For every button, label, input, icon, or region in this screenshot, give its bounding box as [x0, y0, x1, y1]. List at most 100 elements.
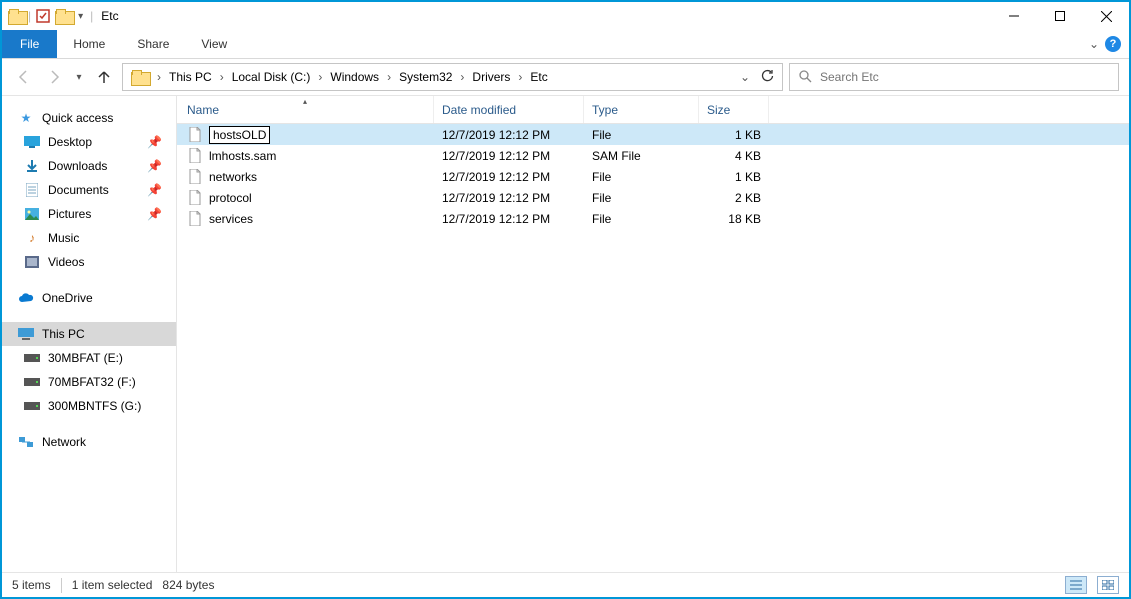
sidebar-item-documents[interactable]: Documents 📌: [2, 178, 176, 202]
qat-dropdown-icon[interactable]: ▾: [75, 11, 86, 22]
drive-icon: [24, 398, 40, 414]
search-input[interactable]: [818, 69, 1110, 85]
properties-icon[interactable]: [35, 8, 51, 24]
table-row[interactable]: services 12/7/2019 12:12 PMFile18 KB: [177, 208, 1129, 229]
sidebar-item-drive[interactable]: 70MBFAT32 (F:): [2, 370, 176, 394]
sidebar-item-downloads[interactable]: Downloads 📌: [2, 154, 176, 178]
search-box[interactable]: [789, 63, 1119, 91]
chevron-right-icon[interactable]: ›: [316, 70, 324, 84]
sidebar-item-music[interactable]: ♪ Music: [2, 226, 176, 250]
sidebar-item-label: Music: [48, 231, 79, 245]
chevron-right-icon[interactable]: ›: [385, 70, 393, 84]
chevron-right-icon[interactable]: ›: [155, 70, 163, 84]
sort-indicator-icon: ▴: [303, 97, 307, 106]
sidebar-item-label: Documents: [48, 183, 109, 197]
column-header-size[interactable]: Size: [699, 96, 769, 123]
file-size: 1 KB: [699, 128, 769, 142]
sidebar-item-label: This PC: [42, 327, 85, 341]
tab-file[interactable]: File: [2, 30, 57, 58]
ribbon: File Home Share View ⌄ ?: [2, 30, 1129, 59]
sidebar-item-videos[interactable]: Videos: [2, 250, 176, 274]
pin-icon: 📌: [147, 159, 162, 173]
sidebar-item-label: Pictures: [48, 207, 91, 221]
breadcrumb[interactable]: Drivers: [466, 64, 516, 90]
sidebar-item-label: 70MBFAT32 (F:): [48, 375, 136, 389]
sidebar-item-network[interactable]: Network: [2, 430, 176, 454]
forward-button[interactable]: [42, 65, 66, 89]
column-header-date[interactable]: Date modified: [434, 96, 584, 123]
sidebar-item-label: 30MBFAT (E:): [48, 351, 123, 365]
status-bar: 5 items 1 item selected 824 bytes: [2, 572, 1129, 597]
file-icon: [187, 169, 203, 185]
navigation-bar: ▾ › This PC › Local Disk (C:) › Windows …: [2, 59, 1129, 95]
file-rows: hostsOLD12/7/2019 12:12 PMFile1 KBlmhost…: [177, 124, 1129, 572]
breadcrumb[interactable]: Etc: [524, 64, 553, 90]
sidebar-item-label: OneDrive: [42, 291, 93, 305]
file-date: 12/7/2019 12:12 PM: [434, 170, 584, 184]
help-icon[interactable]: ?: [1105, 36, 1121, 52]
chevron-right-icon[interactable]: ›: [218, 70, 226, 84]
sidebar-item-label: Downloads: [48, 159, 107, 173]
refresh-icon[interactable]: [760, 69, 774, 86]
sidebar-item-onedrive[interactable]: OneDrive: [2, 286, 176, 310]
close-button[interactable]: [1083, 2, 1129, 30]
minimize-button[interactable]: [991, 2, 1037, 30]
sidebar-item-pictures[interactable]: Pictures 📌: [2, 202, 176, 226]
address-dropdown-icon[interactable]: ⌄: [740, 70, 750, 84]
tab-home[interactable]: Home: [57, 30, 121, 58]
back-button[interactable]: [12, 65, 36, 89]
table-row[interactable]: protocol12/7/2019 12:12 PMFile2 KB: [177, 187, 1129, 208]
sidebar-item-desktop[interactable]: Desktop 📌: [2, 130, 176, 154]
breadcrumb[interactable]: System32: [393, 64, 458, 90]
file-type: File: [584, 191, 699, 205]
tab-share[interactable]: Share: [121, 30, 185, 58]
pin-icon: 📌: [147, 183, 162, 197]
drive-icon: [24, 350, 40, 366]
breadcrumb[interactable]: Local Disk (C:): [226, 64, 317, 90]
tab-view[interactable]: View: [185, 30, 243, 58]
file-icon: [187, 211, 203, 227]
column-header-type[interactable]: Type: [584, 96, 699, 123]
file-date: 12/7/2019 12:12 PM: [434, 149, 584, 163]
column-label: Name: [187, 103, 219, 117]
table-row[interactable]: hostsOLD12/7/2019 12:12 PMFile1 KB: [177, 124, 1129, 145]
file-name: services: [209, 212, 253, 226]
up-button[interactable]: [92, 65, 116, 89]
file-date: 12/7/2019 12:12 PM: [434, 212, 584, 226]
file-icon: [187, 190, 203, 206]
file-type: SAM File: [584, 149, 699, 163]
sidebar-item-drive[interactable]: 300MBNTFS (G:): [2, 394, 176, 418]
file-name: protocol: [209, 191, 252, 205]
chevron-right-icon[interactable]: ›: [516, 70, 524, 84]
file-icon: [187, 127, 203, 143]
file-size: 18 KB: [699, 212, 769, 226]
quick-access-toolbar: | ▾ |: [2, 8, 93, 24]
file-type: File: [584, 212, 699, 226]
chevron-right-icon[interactable]: ›: [458, 70, 466, 84]
folder-icon[interactable]: [55, 8, 71, 24]
breadcrumb[interactable]: This PC: [163, 64, 218, 90]
table-row[interactable]: networks12/7/2019 12:12 PMFile1 KB: [177, 166, 1129, 187]
breadcrumb[interactable]: Windows: [324, 64, 385, 90]
pictures-icon: [24, 206, 40, 222]
thumbnails-view-button[interactable]: [1097, 576, 1119, 594]
sidebar-item-this-pc[interactable]: This PC: [2, 322, 176, 346]
details-view-button[interactable]: [1065, 576, 1087, 594]
maximize-button[interactable]: [1037, 2, 1083, 30]
sidebar-item-quick-access[interactable]: ★ Quick access: [2, 106, 176, 130]
ribbon-expand-icon[interactable]: ⌄: [1089, 37, 1099, 51]
rename-input[interactable]: hostsOLD: [209, 126, 270, 144]
sidebar-item-drive[interactable]: 30MBFAT (E:): [2, 346, 176, 370]
status-item-count: 5 items: [12, 578, 51, 592]
window-title: Etc: [93, 9, 118, 23]
recent-locations-button[interactable]: ▾: [72, 65, 86, 89]
downloads-icon: [24, 158, 40, 174]
column-header-name[interactable]: Name ▴: [177, 96, 434, 123]
network-icon: [18, 434, 34, 450]
sidebar-item-label: Videos: [48, 255, 84, 269]
search-icon: [798, 69, 812, 86]
file-list-pane: Name ▴ Date modified Type Size hostsOLD1…: [177, 96, 1129, 572]
address-bar[interactable]: › This PC › Local Disk (C:) › Windows › …: [122, 63, 783, 91]
table-row[interactable]: lmhosts.sam12/7/2019 12:12 PMSAM File4 K…: [177, 145, 1129, 166]
sidebar-item-label: 300MBNTFS (G:): [48, 399, 141, 413]
